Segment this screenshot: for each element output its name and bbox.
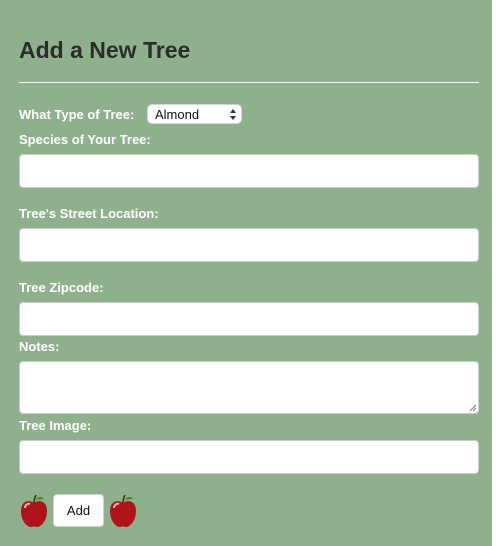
tree-type-select[interactable]: Almond (147, 104, 242, 124)
tree-type-selected-value: Almond (155, 107, 200, 122)
notes-label: Notes: (19, 339, 60, 354)
page-title: Add a New Tree (19, 37, 191, 63)
tree-type-label: What Type of Tree: (19, 107, 135, 122)
street-location-input[interactable] (19, 228, 479, 262)
add-tree-panel: Add a New Tree What Type of Tree: Almond… (0, 0, 494, 546)
tree-image-input[interactable] (19, 440, 479, 474)
street-location-label: Tree's Street Location: (19, 206, 159, 221)
title-divider (19, 82, 479, 83)
zipcode-input[interactable] (19, 302, 479, 336)
zipcode-label: Tree Zipcode: (19, 280, 104, 295)
red-apple-icon (110, 494, 136, 527)
select-arrows-icon (230, 109, 236, 120)
species-label: Species of Your Tree: (19, 132, 151, 147)
red-apple-icon (21, 494, 47, 527)
notes-textarea[interactable] (19, 361, 479, 414)
add-button[interactable]: Add (53, 494, 104, 527)
resize-handle-icon[interactable] (469, 404, 477, 412)
tree-image-label: Tree Image: (19, 418, 92, 433)
species-input[interactable] (19, 154, 479, 188)
